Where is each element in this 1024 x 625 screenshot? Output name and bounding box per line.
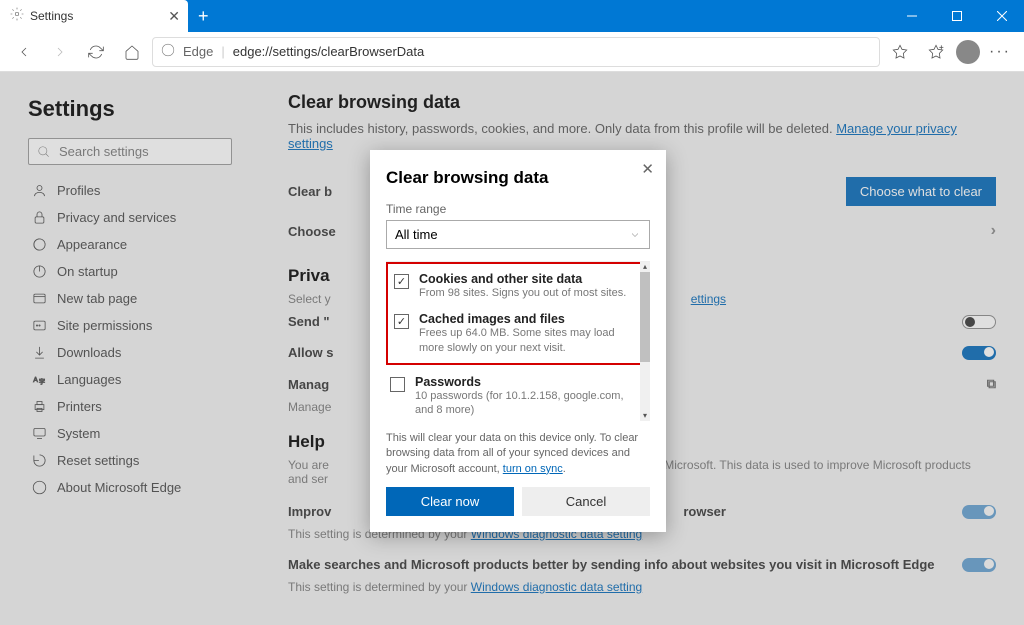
list-item: Cookies and other site data From 98 site… (390, 266, 646, 306)
dialog-footer-text: This will clear your data on this device… (386, 431, 650, 477)
diag-link-2[interactable]: Windows diagnostic data setting (471, 580, 642, 594)
back-button[interactable] (8, 36, 40, 68)
external-link-icon: ⧉ (987, 376, 996, 392)
cookies-checkbox[interactable] (394, 274, 409, 289)
settings-sidebar: Settings Search settings Profiles Privac… (0, 72, 260, 625)
searches-row: Make searches and Microsoft products bet… (288, 549, 996, 580)
page-title: Clear browsing data (288, 92, 996, 113)
maximize-button[interactable] (934, 0, 979, 32)
chevron-right-icon: › (991, 222, 996, 240)
profile-avatar[interactable] (956, 40, 980, 64)
clear-now-button[interactable]: Clear now (386, 487, 514, 516)
passwords-checkbox[interactable] (390, 377, 405, 392)
search-placeholder: Search settings (59, 144, 149, 159)
favorites-bar-button[interactable] (920, 36, 952, 68)
new-tab-button[interactable]: + (188, 6, 219, 27)
sidebar-item-startup[interactable]: On startup (28, 258, 232, 285)
favorite-button[interactable] (884, 36, 916, 68)
choose-clear-button[interactable]: Choose what to clear (846, 177, 996, 206)
dnt-toggle[interactable] (962, 315, 996, 329)
gear-icon (10, 7, 24, 26)
list-item: Passwords 10 passwords (for 10.1.2.158, … (386, 369, 650, 421)
searches-toggle[interactable] (962, 558, 996, 572)
scrollbar-thumb[interactable] (640, 272, 650, 362)
brand-label: Edge (183, 44, 213, 59)
sidebar-item-privacy[interactable]: Privacy and services (28, 204, 232, 231)
cancel-button[interactable]: Cancel (522, 487, 650, 516)
sidebar-item-about[interactable]: About Microsoft Edge (28, 474, 232, 501)
more-menu-button[interactable]: ··· (984, 36, 1016, 68)
privacy-settings-link[interactable]: ettings (691, 292, 726, 306)
browser-tab[interactable]: Settings ✕ (0, 0, 188, 32)
data-types-list: ▴ ▾ Cookies and other site data From 98 … (386, 261, 650, 421)
dialog-title: Clear browsing data (386, 168, 650, 188)
svg-text:A: A (33, 377, 38, 384)
close-tab-icon[interactable]: ✕ (168, 8, 180, 25)
sidebar-item-downloads[interactable]: Downloads (28, 339, 232, 366)
search-input[interactable]: Search settings (28, 138, 232, 165)
time-range-label: Time range (386, 202, 650, 216)
highlighted-selection: Cookies and other site data From 98 site… (386, 262, 650, 365)
dialog-close-button[interactable]: ✕ (641, 160, 654, 178)
sidebar-item-printers[interactable]: Printers (28, 393, 232, 420)
home-button[interactable] (116, 36, 148, 68)
chevron-down-icon (629, 229, 641, 241)
window-titlebar: Settings ✕ + (0, 0, 1024, 32)
time-range-select[interactable]: All time (386, 220, 650, 249)
sidebar-item-appearance[interactable]: Appearance (28, 231, 232, 258)
sidebar-item-profiles[interactable]: Profiles (28, 177, 232, 204)
tab-title: Settings (30, 9, 73, 23)
allow-toggle[interactable] (962, 346, 996, 360)
sidebar-item-system[interactable]: System (28, 420, 232, 447)
improve-toggle[interactable] (962, 505, 996, 519)
sidebar-title: Settings (28, 96, 232, 122)
minimize-button[interactable] (889, 0, 934, 32)
edge-logo-icon (161, 43, 175, 60)
svg-text:字: 字 (39, 377, 45, 386)
scroll-up-icon[interactable]: ▴ (640, 262, 650, 272)
close-window-button[interactable] (979, 0, 1024, 32)
page-description: This includes history, passwords, cookie… (288, 121, 996, 151)
sidebar-item-permissions[interactable]: Site permissions (28, 312, 232, 339)
scroll-down-icon[interactable]: ▾ (640, 411, 650, 421)
clear-data-dialog: ✕ Clear browsing data Time range All tim… (370, 150, 666, 532)
sidebar-item-languages[interactable]: A字Languages (28, 366, 232, 393)
turn-on-sync-link[interactable]: turn on sync (503, 463, 563, 475)
list-item: Cached images and files Frees up 64.0 MB… (390, 306, 646, 361)
cache-checkbox[interactable] (394, 314, 409, 329)
refresh-button[interactable] (80, 36, 112, 68)
browser-toolbar: Edge | edge://settings/clearBrowserData … (0, 32, 1024, 72)
url-text: edge://settings/clearBrowserData (233, 44, 424, 59)
address-bar[interactable]: Edge | edge://settings/clearBrowserData (152, 37, 880, 67)
sidebar-item-newtab[interactable]: New tab page (28, 285, 232, 312)
forward-button[interactable] (44, 36, 76, 68)
sidebar-item-reset[interactable]: Reset settings (28, 447, 232, 474)
